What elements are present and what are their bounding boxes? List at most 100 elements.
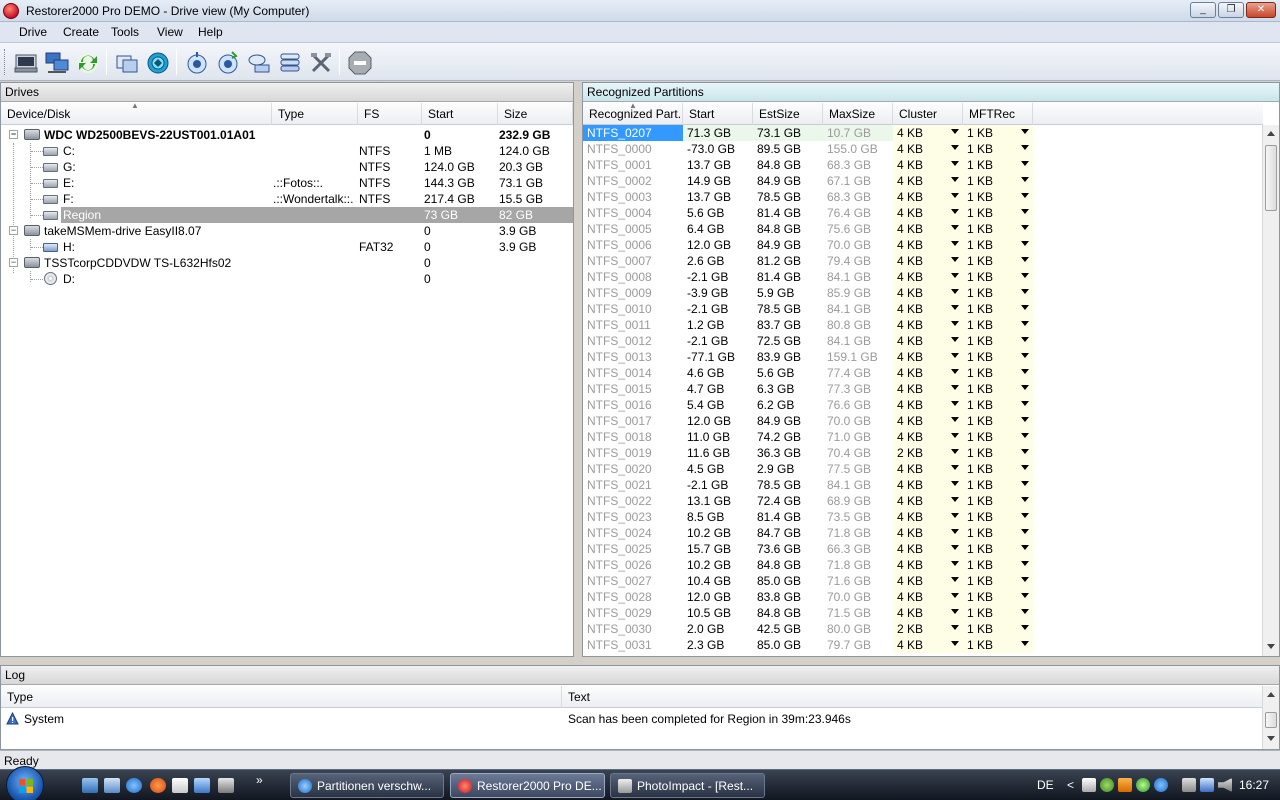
mftrec-value[interactable]: 1 KB bbox=[963, 429, 1033, 445]
chevron-down-icon[interactable] bbox=[951, 641, 959, 646]
mftrec-value[interactable]: 1 KB bbox=[963, 189, 1033, 205]
cluster-value[interactable]: 4 KB bbox=[893, 333, 963, 349]
table-row[interactable]: NTFS_0028 12.0 GB 83.8 GB 70.0 GB 4 KB 1 KB bbox=[583, 589, 1263, 605]
cluster-value[interactable]: 4 KB bbox=[893, 525, 963, 541]
quicklaunch-more-chevron[interactable]: » bbox=[256, 773, 263, 787]
tree-row-volume-e[interactable]: E: .::Fotos::. NTFS 144.3 GB 73.1 GB bbox=[1, 175, 573, 191]
globe-icon[interactable] bbox=[145, 50, 171, 76]
close-button[interactable]: ✕ bbox=[1246, 2, 1276, 18]
table-row[interactable]: NTFS_0018 11.0 GB 74.2 GB 71.0 GB 4 KB 1 KB bbox=[583, 429, 1263, 445]
chevron-down-icon[interactable] bbox=[1021, 225, 1029, 230]
cluster-value[interactable]: 4 KB bbox=[893, 541, 963, 557]
column-estsize[interactable]: EstSize bbox=[753, 103, 823, 125]
menu-drive[interactable]: Drive bbox=[19, 25, 47, 39]
log-row[interactable]: System Scan has been completed for Regio… bbox=[1, 710, 1263, 728]
chevron-down-icon[interactable] bbox=[951, 385, 959, 390]
tray-mail-icon[interactable] bbox=[1082, 778, 1096, 792]
collapse-icon[interactable]: − bbox=[9, 130, 18, 139]
table-row[interactable]: NTFS_0020 4.5 GB 2.9 GB 77.5 GB 4 KB 1 KB bbox=[583, 461, 1263, 477]
mftrec-value[interactable]: 1 KB bbox=[963, 333, 1033, 349]
mftrec-value[interactable]: 1 KB bbox=[963, 637, 1033, 653]
mftrec-value[interactable]: 1 KB bbox=[963, 381, 1033, 397]
mftrec-value[interactable]: 1 KB bbox=[963, 509, 1033, 525]
table-row[interactable]: NTFS_0012 -2.1 GB 72.5 GB 84.1 GB 4 KB 1 KB bbox=[583, 333, 1263, 349]
menu-create[interactable]: Create bbox=[63, 25, 99, 39]
column-fs[interactable]: FS bbox=[358, 103, 422, 125]
cluster-value[interactable]: 4 KB bbox=[893, 381, 963, 397]
table-row[interactable]: NTFS_0029 10.5 GB 84.8 GB 71.5 GB 4 KB 1 KB bbox=[583, 605, 1263, 621]
table-row[interactable]: NTFS_0021 -2.1 GB 78.5 GB 84.1 GB 4 KB 1 KB bbox=[583, 477, 1263, 493]
table-row[interactable]: NTFS_0005 6.4 GB 84.8 GB 75.6 GB 4 KB 1 KB bbox=[583, 221, 1263, 237]
taskbar-button-restorer[interactable]: Restorer2000 Pro DE... bbox=[450, 773, 605, 798]
chevron-down-icon[interactable] bbox=[951, 609, 959, 614]
chevron-down-icon[interactable] bbox=[1021, 513, 1029, 518]
chevron-down-icon[interactable] bbox=[951, 497, 959, 502]
table-row[interactable]: NTFS_0019 11.6 GB 36.3 GB 70.4 GB 2 KB 1 KB bbox=[583, 445, 1263, 461]
scroll-thumb[interactable] bbox=[1265, 145, 1277, 211]
mftrec-value[interactable]: 1 KB bbox=[963, 621, 1033, 637]
tray-update-icon[interactable] bbox=[1136, 778, 1150, 792]
cluster-value[interactable]: 4 KB bbox=[893, 461, 963, 477]
mftrec-value[interactable]: 1 KB bbox=[963, 477, 1033, 493]
mftrec-value[interactable]: 1 KB bbox=[963, 605, 1033, 621]
column-cluster[interactable]: Cluster bbox=[893, 103, 963, 125]
chevron-down-icon[interactable] bbox=[951, 241, 959, 246]
chevron-down-icon[interactable] bbox=[1021, 609, 1029, 614]
chevron-down-icon[interactable] bbox=[1021, 417, 1029, 422]
firefox-quicklaunch-icon[interactable] bbox=[150, 778, 166, 793]
chevron-down-icon[interactable] bbox=[951, 593, 959, 598]
app-quicklaunch-icon[interactable] bbox=[194, 778, 210, 793]
chevron-down-icon[interactable] bbox=[1021, 289, 1029, 294]
mftrec-value[interactable]: 1 KB bbox=[963, 269, 1033, 285]
table-row[interactable]: NTFS_0008 -2.1 GB 81.4 GB 84.1 GB 4 KB 1 KB bbox=[583, 269, 1263, 285]
cluster-value[interactable]: 4 KB bbox=[893, 285, 963, 301]
table-row[interactable]: NTFS_0014 4.6 GB 5.6 GB 77.4 GB 4 KB 1 KB bbox=[583, 365, 1263, 381]
start-button[interactable] bbox=[6, 766, 44, 800]
tree-row-disk-tsstcorp[interactable]: − TSSTcorpCDDVDW TS-L632Hfs02 0 bbox=[1, 255, 573, 271]
table-row[interactable]: NTFS_0022 13.1 GB 72.4 GB 68.9 GB 4 KB 1 KB bbox=[583, 493, 1263, 509]
chevron-down-icon[interactable] bbox=[1021, 545, 1029, 550]
mftrec-value[interactable]: 1 KB bbox=[963, 237, 1033, 253]
mftrec-value[interactable]: 1 KB bbox=[963, 573, 1033, 589]
mftrec-value[interactable]: 1 KB bbox=[963, 285, 1033, 301]
stack-icon[interactable] bbox=[277, 50, 303, 76]
chevron-down-icon[interactable] bbox=[951, 481, 959, 486]
cluster-value[interactable]: 4 KB bbox=[893, 429, 963, 445]
chevron-down-icon[interactable] bbox=[1021, 641, 1029, 646]
tree-row-volume-f[interactable]: F: .::Wondertalk::. NTFS 217.4 GB 15.5 G… bbox=[1, 191, 573, 207]
refresh-icon[interactable] bbox=[75, 50, 101, 76]
cluster-value[interactable]: 4 KB bbox=[893, 397, 963, 413]
chevron-down-icon[interactable] bbox=[1021, 193, 1029, 198]
chevron-down-icon[interactable] bbox=[951, 561, 959, 566]
menu-help[interactable]: Help bbox=[198, 25, 223, 39]
show-desktop-icon[interactable] bbox=[82, 778, 98, 793]
stop-icon[interactable] bbox=[347, 50, 373, 76]
chevron-down-icon[interactable] bbox=[1021, 497, 1029, 502]
network-drive-icon[interactable] bbox=[44, 50, 70, 76]
restorer-app-icon[interactable] bbox=[3, 3, 19, 19]
tree-row-disk-takemsmem[interactable]: − takeMSMem-drive EasyII8.07 0 3.9 GB bbox=[1, 223, 573, 239]
cluster-value[interactable]: 4 KB bbox=[893, 589, 963, 605]
chevron-down-icon[interactable] bbox=[1021, 257, 1029, 262]
tray-expand-arrow[interactable]: < bbox=[1067, 778, 1074, 792]
chevron-down-icon[interactable] bbox=[1021, 209, 1029, 214]
mftrec-value[interactable]: 1 KB bbox=[963, 205, 1033, 221]
cluster-value[interactable]: 4 KB bbox=[893, 477, 963, 493]
mftrec-value[interactable]: 1 KB bbox=[963, 493, 1033, 509]
chevron-down-icon[interactable] bbox=[951, 321, 959, 326]
cluster-value[interactable]: 2 KB bbox=[893, 621, 963, 637]
table-row[interactable]: NTFS_0000 -73.0 GB 89.5 GB 155.0 GB 4 KB 1 KB bbox=[583, 141, 1263, 157]
cluster-value[interactable]: 4 KB bbox=[893, 189, 963, 205]
table-row[interactable]: NTFS_0023 8.5 GB 81.4 GB 73.5 GB 4 KB 1 KB bbox=[583, 509, 1263, 525]
table-row[interactable]: NTFS_0030 2.0 GB 42.5 GB 80.0 GB 2 KB 1 KB bbox=[583, 621, 1263, 637]
cluster-value[interactable]: 4 KB bbox=[893, 637, 963, 653]
chevron-down-icon[interactable] bbox=[1021, 353, 1029, 358]
switch-windows-icon[interactable] bbox=[104, 778, 120, 793]
table-row[interactable]: NTFS_0027 10.4 GB 85.0 GB 71.6 GB 4 KB 1 KB bbox=[583, 573, 1263, 589]
volume-icon[interactable] bbox=[1218, 778, 1232, 792]
chevron-down-icon[interactable] bbox=[951, 577, 959, 582]
cluster-value[interactable]: 4 KB bbox=[893, 237, 963, 253]
mftrec-value[interactable]: 1 KB bbox=[963, 221, 1033, 237]
chevron-down-icon[interactable] bbox=[951, 401, 959, 406]
table-row[interactable]: NTFS_0006 12.0 GB 84.9 GB 70.0 GB 4 KB 1 KB bbox=[583, 237, 1263, 253]
